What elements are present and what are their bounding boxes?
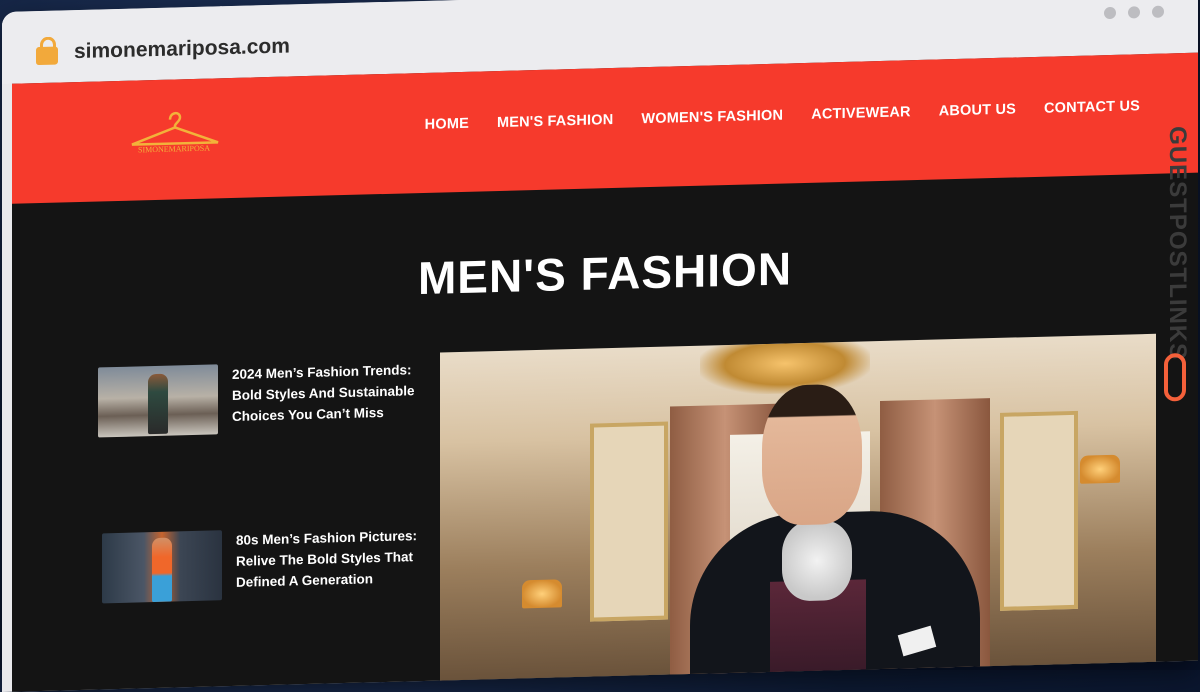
nav-mens-fashion[interactable]: MEN'S FASHION (497, 112, 613, 131)
nav-womens-fashion[interactable]: WOMEN'S FASHION (641, 108, 783, 128)
web-page: SIMONEMARIPOSA HOME MEN'S FASHION WOMEN'… (12, 52, 1198, 692)
page-title: MEN'S FASHION (417, 242, 793, 305)
person-head-graphic (762, 383, 862, 527)
window-dot-icon[interactable] (1152, 5, 1164, 18)
nav-activewear[interactable]: ACTIVEWEAR (811, 104, 910, 123)
nav-about-us[interactable]: ABOUT US (939, 101, 1016, 119)
browser-window: simonemariposa.com SIMONEMARIPOSA HOME M… (2, 0, 1198, 692)
main-nav: HOME MEN'S FASHION WOMEN'S FASHION ACTIV… (425, 98, 1140, 133)
nav-home[interactable]: HOME (425, 116, 469, 133)
site-logo[interactable]: SIMONEMARIPOSA (124, 104, 224, 163)
chandelier-graphic (700, 341, 870, 396)
person-figure (148, 373, 168, 435)
hanger-logo-icon: SIMONEMARIPOSA (131, 111, 219, 155)
wall-panel-graphic (1000, 410, 1078, 611)
window-dot-icon[interactable] (1104, 6, 1116, 20)
featured-image[interactable] (440, 333, 1156, 692)
watermark-text: GUESTPOSTLINKS (1164, 125, 1191, 361)
wall-panel-graphic (590, 421, 668, 622)
window-controls (1104, 5, 1164, 20)
cravat-graphic (782, 519, 852, 602)
lamp-graphic (522, 579, 562, 609)
lock-icon (36, 46, 58, 66)
post-title[interactable]: 2024 Men’s Fashion Trends: Bold Styles A… (232, 359, 422, 427)
post-item[interactable]: 80s Men’s Fashion Pictures: Relive The B… (102, 525, 426, 604)
address-bar-url[interactable]: simonemariposa.com (74, 34, 290, 64)
post-thumbnail[interactable] (98, 364, 218, 438)
post-title[interactable]: 80s Men’s Fashion Pictures: Relive The B… (236, 525, 426, 593)
link-icon (1164, 352, 1186, 402)
nav-contact-us[interactable]: CONTACT US (1044, 98, 1140, 117)
lamp-graphic (1080, 454, 1120, 484)
post-item[interactable]: 2024 Men’s Fashion Trends: Bold Styles A… (98, 359, 422, 438)
logo-text: SIMONEMARIPOSA (138, 144, 210, 155)
person-figure (152, 537, 172, 603)
window-dot-icon[interactable] (1128, 6, 1140, 19)
post-thumbnail[interactable] (102, 530, 222, 604)
